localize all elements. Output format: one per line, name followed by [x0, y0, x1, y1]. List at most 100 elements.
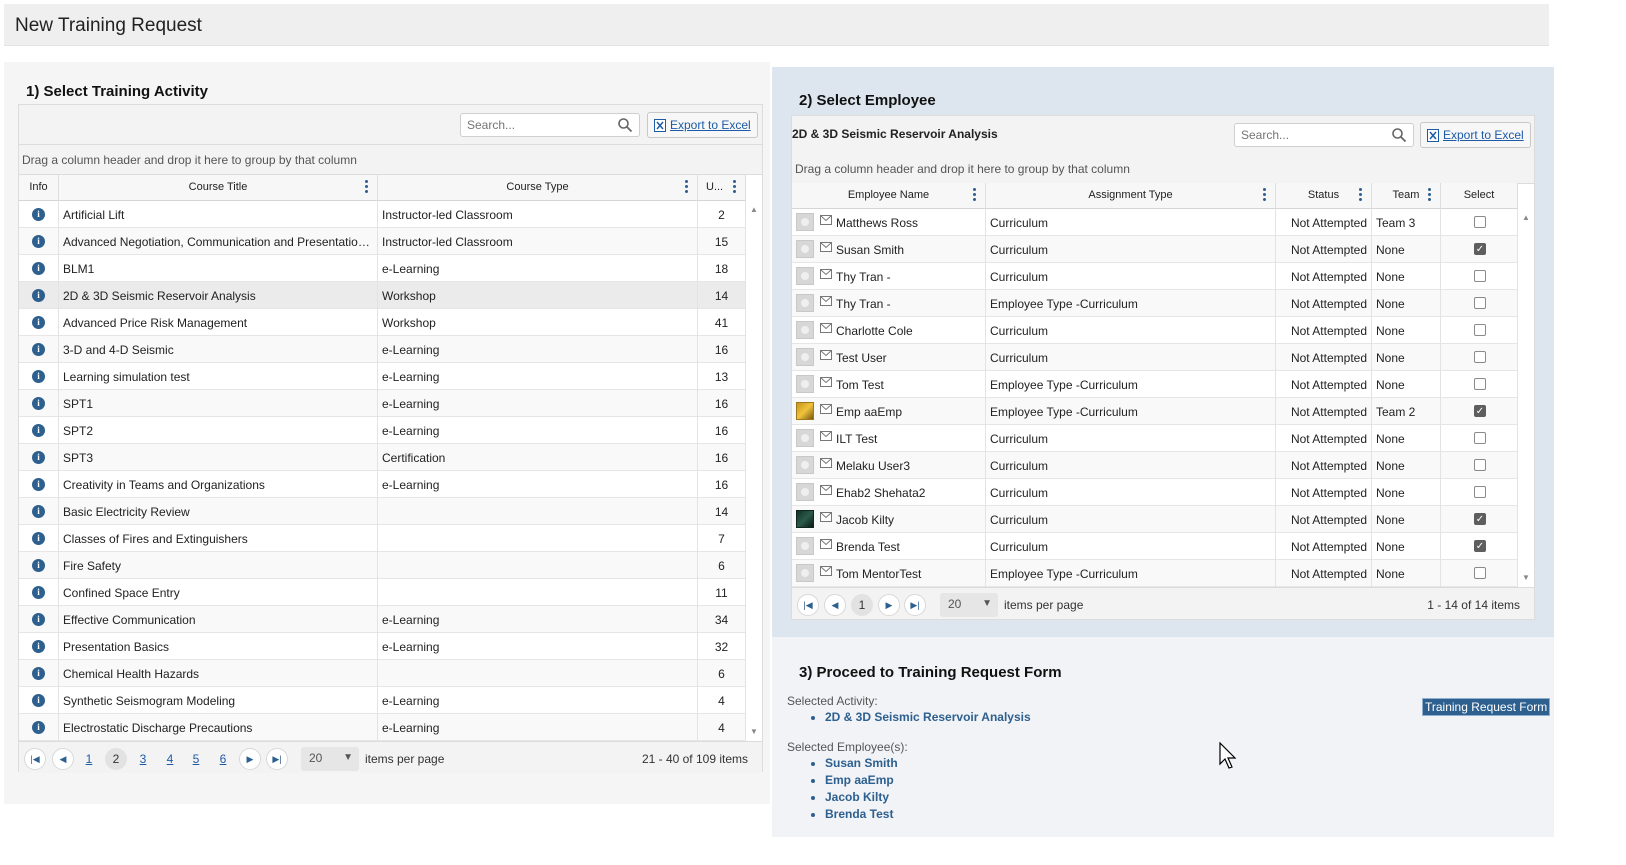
info-icon[interactable]: i: [32, 208, 45, 221]
col-select[interactable]: Select: [1441, 183, 1518, 209]
page-3-link[interactable]: 3: [132, 748, 154, 770]
activity-search-input[interactable]: [461, 114, 604, 136]
col-employee-name[interactable]: Employee Name: [792, 183, 986, 209]
column-menu-icon[interactable]: [1359, 188, 1363, 202]
mail-icon[interactable]: [820, 242, 832, 252]
last-page-icon[interactable]: ▶|: [904, 594, 926, 616]
mail-icon[interactable]: [820, 458, 832, 468]
first-page-icon[interactable]: |◀: [24, 748, 46, 770]
employee-page-size-select[interactable]: 20 ▼: [940, 593, 998, 617]
table-row[interactable]: Tom Test Employee Type -Curriculum Not Att…: [792, 371, 1518, 398]
col-status[interactable]: Status: [1276, 183, 1372, 209]
first-page-icon[interactable]: |◀: [797, 594, 819, 616]
table-row[interactable]: Ehab2 Shehata2 Curriculum Not Attempted Non…: [792, 479, 1518, 506]
scroll-down-icon[interactable]: ▼: [750, 727, 758, 736]
mail-icon[interactable]: [820, 539, 832, 549]
scroll-up-icon[interactable]: ▲: [1522, 213, 1530, 222]
table-row[interactable]: i 2D & 3D Seismic Reservoir Analysis Works…: [19, 282, 746, 309]
employee-export-button[interactable]: Export to Excel: [1420, 122, 1531, 148]
info-icon[interactable]: i: [32, 667, 45, 680]
mail-icon[interactable]: [820, 323, 832, 333]
page-4-link[interactable]: 4: [159, 748, 181, 770]
page-2-current[interactable]: 2: [105, 748, 127, 770]
table-row[interactable]: i Basic Electricity Review 14: [19, 498, 746, 525]
table-row[interactable]: Charlotte Cole Curriculum Not Attempted Non…: [792, 317, 1518, 344]
select-checkbox[interactable]: ✓: [1474, 243, 1486, 255]
select-checkbox[interactable]: ✓: [1474, 540, 1486, 552]
col-course-type[interactable]: Course Type: [378, 175, 698, 201]
scroll-up-icon[interactable]: ▲: [750, 205, 758, 214]
info-icon[interactable]: i: [32, 694, 45, 707]
activity-page-size-select[interactable]: 20 ▼: [301, 747, 359, 771]
table-row[interactable]: Jacob Kilty Curriculum Not Attempted None ✓: [792, 506, 1518, 533]
page-5-link[interactable]: 5: [185, 748, 207, 770]
select-checkbox[interactable]: [1474, 324, 1486, 336]
table-row[interactable]: i Synthetic Seismogram Modeling e-Learning…: [19, 687, 746, 714]
info-icon[interactable]: i: [32, 262, 45, 275]
info-icon[interactable]: i: [32, 559, 45, 572]
table-row[interactable]: i SPT3 Certification 16: [19, 444, 746, 471]
info-icon[interactable]: i: [32, 370, 45, 383]
table-row[interactable]: i SPT2 e-Learning 16: [19, 417, 746, 444]
select-checkbox[interactable]: [1474, 486, 1486, 498]
activity-scrollbar[interactable]: ▲ ▼: [746, 201, 762, 741]
mail-icon[interactable]: [820, 431, 832, 441]
table-row[interactable]: i Artificial Lift Instructor-led Classroom…: [19, 201, 746, 228]
col-info[interactable]: Info: [19, 175, 59, 201]
table-row[interactable]: Brenda Test Curriculum Not Attempted None ✓: [792, 533, 1518, 560]
info-icon[interactable]: i: [32, 343, 45, 356]
prev-page-icon[interactable]: ◀: [824, 594, 846, 616]
table-row[interactable]: Susan Smith Curriculum Not Attempted None ✓: [792, 236, 1518, 263]
mail-icon[interactable]: [820, 512, 832, 522]
mail-icon[interactable]: [820, 269, 832, 279]
next-page-icon[interactable]: ▶: [239, 748, 261, 770]
table-row[interactable]: i SPT1 e-Learning 16: [19, 390, 746, 417]
info-icon[interactable]: i: [32, 316, 45, 329]
prev-page-icon[interactable]: ◀: [52, 748, 74, 770]
info-icon[interactable]: i: [32, 613, 45, 626]
table-row[interactable]: i BLM1 e-Learning 18: [19, 255, 746, 282]
col-assignment-type[interactable]: Assignment Type: [986, 183, 1276, 209]
col-course-title[interactable]: Course Title: [59, 175, 378, 201]
column-menu-icon[interactable]: [365, 180, 369, 194]
column-menu-icon[interactable]: [973, 188, 977, 202]
select-checkbox[interactable]: ✓: [1474, 405, 1486, 417]
page-1-link[interactable]: 1: [78, 748, 100, 770]
info-icon[interactable]: i: [32, 289, 45, 302]
col-team[interactable]: Team: [1372, 183, 1441, 209]
info-icon[interactable]: i: [32, 505, 45, 518]
select-checkbox[interactable]: ✓: [1474, 513, 1486, 525]
table-row[interactable]: Thy Tran - Employee Type -Curriculum Not A…: [792, 290, 1518, 317]
table-row[interactable]: Melaku User3 Curriculum Not Attempted None: [792, 452, 1518, 479]
column-menu-icon[interactable]: [1428, 188, 1432, 202]
column-menu-icon[interactable]: [1263, 188, 1267, 202]
table-row[interactable]: i Classes of Fires and Extinguishers 7: [19, 525, 746, 552]
page-6-link[interactable]: 6: [212, 748, 234, 770]
table-row[interactable]: Thy Tran - Curriculum Not Attempted None: [792, 263, 1518, 290]
info-icon[interactable]: i: [32, 397, 45, 410]
table-row[interactable]: i 3-D and 4-D Seismic e-Learning 16: [19, 336, 746, 363]
table-row[interactable]: Emp aaEmp Employee Type -Curriculum Not At…: [792, 398, 1518, 425]
info-icon[interactable]: i: [32, 640, 45, 653]
select-checkbox[interactable]: [1474, 297, 1486, 309]
mail-icon[interactable]: [820, 296, 832, 306]
select-checkbox[interactable]: [1474, 378, 1486, 390]
training-request-form-button[interactable]: Training Request Form: [1422, 698, 1551, 716]
select-checkbox[interactable]: [1474, 432, 1486, 444]
employee-search-input[interactable]: [1235, 124, 1378, 146]
mail-icon[interactable]: [820, 485, 832, 495]
table-row[interactable]: i Presentation Basics e-Learning 32: [19, 633, 746, 660]
column-menu-icon[interactable]: [733, 180, 737, 194]
table-row[interactable]: i Chemical Health Hazards 6: [19, 660, 746, 687]
table-row[interactable]: i Advanced Price Risk Management Workshop 4…: [19, 309, 746, 336]
table-row[interactable]: i Advanced Negotiation, Communication and…: [19, 228, 746, 255]
table-row[interactable]: i Effective Communication e-Learning 34: [19, 606, 746, 633]
employee-scrollbar[interactable]: ▲ ▼: [1518, 209, 1534, 587]
search-icon[interactable]: [1391, 127, 1407, 143]
table-row[interactable]: i Electrostatic Discharge Precautions e-Le…: [19, 714, 746, 741]
table-row[interactable]: i Confined Space Entry 11: [19, 579, 746, 606]
info-icon[interactable]: i: [32, 532, 45, 545]
last-page-icon[interactable]: ▶|: [266, 748, 288, 770]
table-row[interactable]: Matthews Ross Curriculum Not Attempted Team…: [792, 209, 1518, 236]
select-checkbox[interactable]: [1474, 567, 1486, 579]
